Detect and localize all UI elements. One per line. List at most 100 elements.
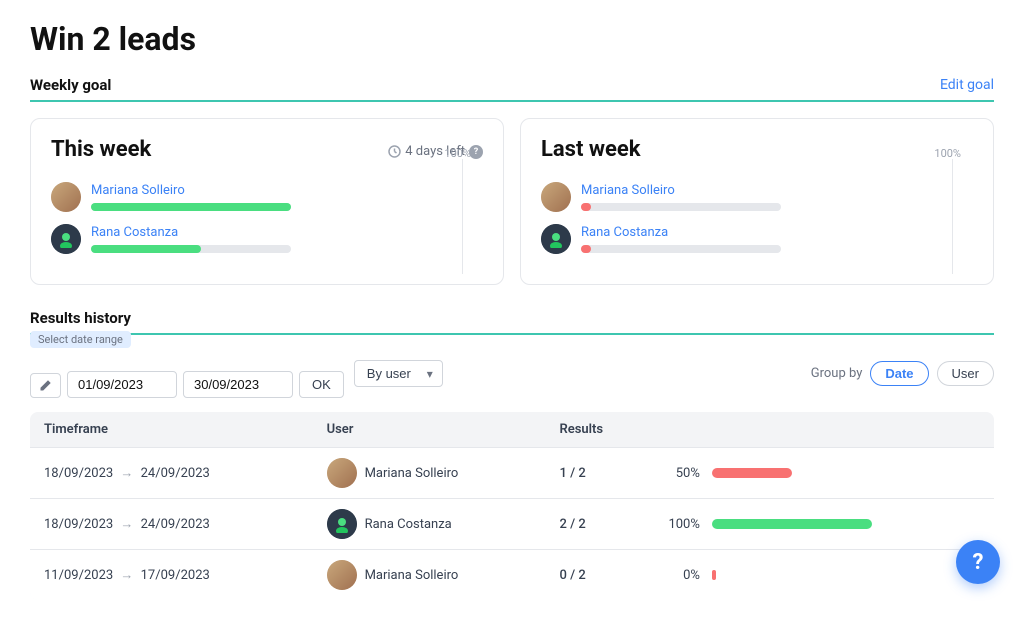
progress-rana-lastweek	[581, 245, 781, 253]
last-week-user-row-0: Mariana Solleiro	[541, 182, 973, 212]
user-info-mariana-thisweek: Mariana Solleiro	[91, 183, 483, 211]
table-progress-bar-0	[712, 468, 792, 478]
results-history-label: Results history	[30, 309, 131, 327]
last-week-user-row-1: Rana Costanza	[541, 224, 973, 254]
group-date-button[interactable]: Date	[870, 361, 928, 386]
user-cell-2: Mariana Solleiro	[313, 550, 546, 601]
results-history-header: Results history	[30, 309, 994, 335]
table-user-name-2: Mariana Solleiro	[365, 568, 459, 583]
col-user: User	[313, 412, 546, 448]
this-week-user-row-1: Rana Costanza	[51, 224, 483, 254]
days-left-help-icon[interactable]: ?	[469, 145, 483, 159]
table-progress-bar-1	[712, 519, 872, 529]
last-week-percent-line	[952, 159, 953, 274]
progress-mariana-thisweek	[91, 203, 291, 211]
avatar-mariana-lastweek	[541, 182, 571, 212]
result-cell-0: 1 / 2	[545, 448, 649, 499]
user-cell-inner-2: Mariana Solleiro	[327, 560, 532, 590]
bar-container-2: 0%	[664, 568, 980, 583]
this-week-percent-label: 100%	[444, 147, 471, 160]
result-percent-0: 50%	[664, 466, 700, 481]
col-results: Results	[545, 412, 649, 448]
this-week-header: This week 4 days left ?	[51, 137, 483, 166]
timeframe-cell-0: 18/09/2023 → 24/09/2023	[30, 448, 313, 499]
table-progress-bar-2	[712, 570, 716, 580]
help-button[interactable]: ?	[956, 540, 1000, 584]
by-user-select[interactable]: By user By date	[354, 360, 443, 387]
result-percent-2: 0%	[664, 568, 700, 583]
avatar-rana-lastweek	[541, 224, 571, 254]
avatar-mariana-thisweek	[51, 182, 81, 212]
avatar	[327, 560, 357, 590]
user-cell-0: Mariana Solleiro	[313, 448, 546, 499]
this-week-title: This week	[51, 137, 151, 162]
this-week-percent-line	[462, 159, 463, 274]
filter-row: Select date range OK By user By date Gro…	[30, 349, 994, 398]
table-header-row: Timeframe User Results	[30, 412, 994, 448]
bar-cell-2: 0%	[650, 550, 994, 601]
user-cell-inner-0: Mariana Solleiro	[327, 458, 532, 488]
table-row: 18/09/2023 → 24/09/2023 Rana Costanza 2 …	[30, 499, 994, 550]
results-section: Results history Select date range OK By …	[30, 309, 994, 600]
rana-avatar-icon-lw	[547, 230, 565, 248]
progress-fill-mariana-lastweek	[581, 203, 591, 211]
progress-fill-mariana-thisweek	[91, 203, 291, 211]
weekly-goal-label: Weekly goal	[30, 76, 111, 94]
progress-mariana-lastweek	[581, 203, 781, 211]
table-user-name-0: Mariana Solleiro	[365, 466, 459, 481]
pencil-icon	[39, 379, 52, 392]
progress-fill-rana-lastweek	[581, 245, 591, 253]
result-cell-2: 0 / 2	[545, 550, 649, 601]
col-bar	[650, 412, 994, 448]
user-info-mariana-lastweek: Mariana Solleiro	[581, 183, 973, 211]
last-week-header: Last week	[541, 137, 973, 166]
col-timeframe: Timeframe	[30, 412, 313, 448]
cards-row: This week 4 days left ? 100% Mariana Sol…	[30, 118, 994, 285]
user-cell-1: Rana Costanza	[313, 499, 546, 550]
last-week-card: Last week 100% Mariana Solleiro	[520, 118, 994, 285]
result-cell-1: 2 / 2	[545, 499, 649, 550]
table-user-name-1: Rana Costanza	[365, 517, 452, 532]
page-title: Win 2 leads	[30, 20, 994, 58]
progress-rana-thisweek	[91, 245, 291, 253]
timeframe-cell-1: 18/09/2023 → 24/09/2023	[30, 499, 313, 550]
filter-date-section: Select date range OK	[30, 349, 344, 398]
rana-avatar-icon	[57, 230, 75, 248]
date-to-input[interactable]	[183, 371, 293, 398]
avatar-rana-thisweek	[51, 224, 81, 254]
avatar	[327, 458, 357, 488]
by-user-select-wrap: By user By date	[354, 360, 443, 387]
group-user-button[interactable]: User	[937, 361, 994, 386]
bar-cell-1: 100%	[650, 499, 994, 550]
avatar	[327, 509, 357, 539]
user-name-mariana-thisweek: Mariana Solleiro	[91, 183, 483, 198]
ok-button[interactable]: OK	[299, 371, 344, 398]
result-percent-1: 100%	[664, 517, 700, 532]
user-info-rana-thisweek: Rana Costanza	[91, 225, 483, 253]
last-week-title: Last week	[541, 137, 641, 162]
group-by-section: Group by Date User	[811, 361, 994, 386]
clock-icon	[388, 145, 401, 158]
table-row: 18/09/2023 → 24/09/2023 Mariana Solleiro…	[30, 448, 994, 499]
progress-fill-rana-thisweek	[91, 245, 201, 253]
user-name-rana-lastweek: Rana Costanza	[581, 225, 973, 240]
date-from-input[interactable]	[67, 371, 177, 398]
group-by-label: Group by	[811, 366, 863, 381]
user-name-mariana-lastweek: Mariana Solleiro	[581, 183, 973, 198]
user-info-rana-lastweek: Rana Costanza	[581, 225, 973, 253]
results-table: Timeframe User Results 18/09/2023 → 24/0…	[30, 412, 994, 600]
help-icon: ?	[973, 550, 984, 575]
user-cell-inner-1: Rana Costanza	[327, 509, 532, 539]
weekly-goal-header: Weekly goal Edit goal	[30, 76, 994, 102]
bar-cell-0: 50%	[650, 448, 994, 499]
timeframe-cell-2: 11/09/2023 → 17/09/2023	[30, 550, 313, 601]
table-row: 11/09/2023 → 17/09/2023 Mariana Solleiro…	[30, 550, 994, 601]
bar-container-1: 100%	[664, 517, 980, 532]
last-week-percent-label: 100%	[934, 147, 961, 160]
bar-container-0: 50%	[664, 466, 980, 481]
edit-goal-link[interactable]: Edit goal	[940, 77, 994, 93]
this-week-user-row-0: Mariana Solleiro	[51, 182, 483, 212]
pencil-button[interactable]	[30, 373, 61, 398]
this-week-card: This week 4 days left ? 100% Mariana Sol…	[30, 118, 504, 285]
user-name-rana-thisweek: Rana Costanza	[91, 225, 483, 240]
